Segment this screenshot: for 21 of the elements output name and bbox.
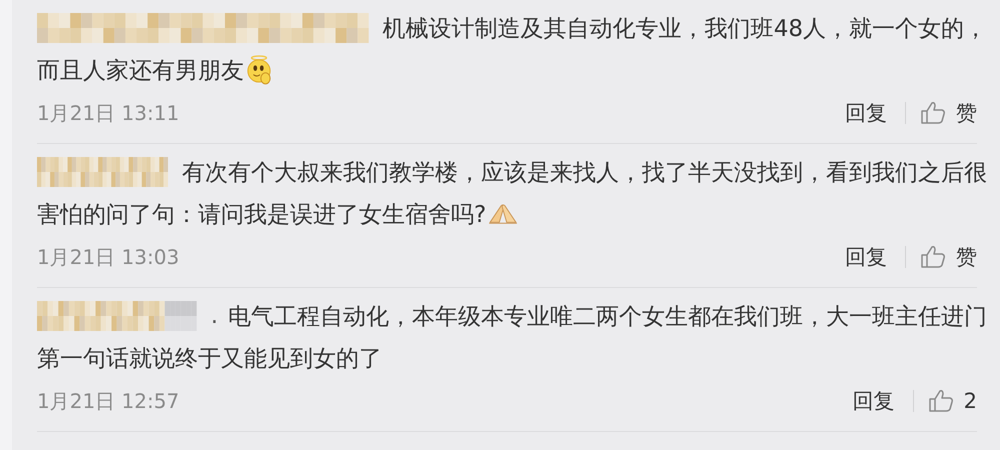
reply-link[interactable]: 回复 [845,99,887,127]
comment-time: 1月21日 12:57 [37,388,180,414]
comment-text-line: 而且人家还有男朋友 [37,56,244,86]
comment-time: 1月21日 13:11 [37,100,180,126]
halo-face-emoji-icon [246,55,272,85]
thumbs-up-icon[interactable] [920,245,946,269]
comment-text-line: 害怕的问了句：请问我是误进了女生宿舍吗? [37,200,486,230]
comment-time: 1月21日 13:03 [37,244,180,270]
like-count[interactable]: 赞 [956,243,977,271]
pressed-hands-emoji-icon [488,202,518,226]
reply-link[interactable]: 回复 [845,243,887,271]
username-dot: . [210,303,218,329]
thumbs-up-icon[interactable] [920,101,946,125]
comment-text-line: 有次有个大叔来我们教学楼，应该是来找人，找了半天没找到，看到我们之后很 [182,158,987,188]
like-count[interactable]: 赞 [956,99,977,127]
thumbs-up-icon[interactable] [928,389,954,413]
like-count[interactable]: 2 [964,389,977,413]
comment-text-line: 第一句话就说终于又能见到女的了 [37,344,382,374]
comment-text-line: 电气工程自动化，本年级本专业唯二两个女生都在我们班，大一班主任进门 [228,302,987,332]
reply-link[interactable]: 回复 [852,387,895,415]
comment-text-line: 机械设计制造及其自动化专业，我们班48人，就一个女的， [382,14,987,44]
